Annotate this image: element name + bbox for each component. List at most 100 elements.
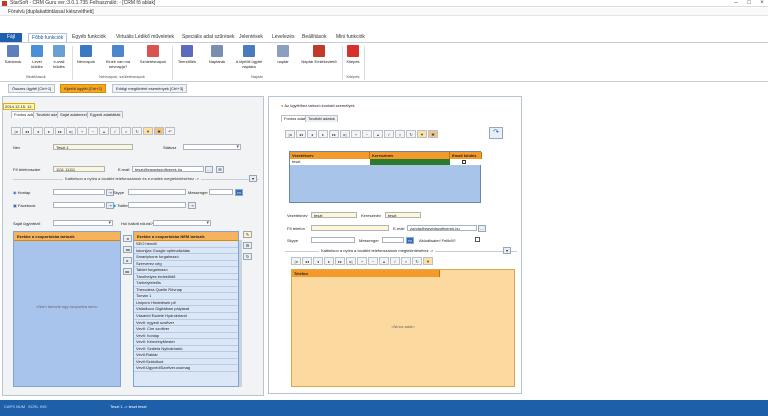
homepage-field[interactable] xyxy=(53,189,105,195)
send-email-small-button[interactable]: … xyxy=(205,166,213,173)
list-scrollbar[interactable] xyxy=(239,240,242,387)
groups-not-in-list[interactable]: Ezekbe a csoportokba NEM tartozik SEO he… xyxy=(133,231,239,387)
phone-prev-page-button[interactable]: ◂◂ xyxy=(302,257,312,265)
group-tools-button[interactable]: ✎ xyxy=(243,231,252,238)
phone-add-button[interactable]: + xyxy=(357,257,367,265)
phone-first-button[interactable]: |◂ xyxy=(291,257,301,265)
contact-edit-button[interactable]: ▴ xyxy=(373,130,383,138)
send-letter-button[interactable]: Levél küldés xyxy=(26,45,48,69)
calendars-button[interactable]: Naptárak xyxy=(204,45,230,64)
refresh-record-button[interactable]: ↻ xyxy=(132,127,142,135)
last-record-button[interactable]: ▸| xyxy=(66,127,76,135)
messenger-field[interactable] xyxy=(209,189,233,195)
maximize-button[interactable]: □ xyxy=(743,0,755,7)
contact-link-button[interactable]: ↷ xyxy=(489,127,503,139)
contact-delete-button[interactable]: − xyxy=(362,130,372,138)
exit-button[interactable]: Kilépés xyxy=(344,45,362,64)
contact-skype-field[interactable] xyxy=(311,237,355,243)
contact-next-button[interactable]: ▸ xyxy=(318,130,328,138)
edit-record-button[interactable]: ▴ xyxy=(99,127,109,135)
todays-namedays-button[interactable]: Kinek van ma névnapja? xyxy=(100,45,136,69)
prev-record-button[interactable]: ◂ xyxy=(33,127,43,135)
contact-firstname-field[interactable]: teszt xyxy=(385,212,421,218)
phone-next-button[interactable]: ▸ xyxy=(324,257,334,265)
phone-cancel-button[interactable]: × xyxy=(401,257,411,265)
next-page-button[interactable]: ▸▸ xyxy=(55,127,65,135)
tab-all-clients[interactable]: Összes ügyfél [Ctrl+1] xyxy=(8,84,56,93)
contact-lastname-field[interactable]: teszt xyxy=(311,212,357,218)
email-icon-button[interactable]: ✉ xyxy=(216,166,224,173)
list-item[interactable]: Vevő:ÜgyvédiSzoftver.csomag xyxy=(134,365,238,372)
move-left-button[interactable]: ◂ xyxy=(123,235,132,242)
birthdays-button[interactable]: Születésnapok xyxy=(138,45,168,64)
phones-grid[interactable]: Telefon <Nincs adat> xyxy=(291,269,515,387)
filter-button[interactable]: ▼ xyxy=(143,127,153,135)
contact-expand-phones-button[interactable]: ▾ xyxy=(503,247,511,254)
messenger-icon-button[interactable]: m xyxy=(235,189,243,196)
phone-save-button[interactable]: ✓ xyxy=(390,257,400,265)
name-field[interactable]: Teszt 1 xyxy=(53,144,133,150)
col-email-send[interactable]: Email küldés xyxy=(450,152,482,159)
phone-next-page-button[interactable]: ▸▸ xyxy=(335,257,345,265)
group-edit-button[interactable]: ⚙ xyxy=(243,242,252,249)
contact-prev-button[interactable]: ◂ xyxy=(307,130,317,138)
calendar-reminder-button[interactable]: Naptár Emlékeztető xyxy=(300,45,338,64)
source-select[interactable] xyxy=(153,220,211,226)
row-email-checkbox[interactable] xyxy=(462,160,466,164)
history-button[interactable]: ↶ xyxy=(165,127,175,135)
tab-virtual-operations[interactable]: Virtuális Lédikő műveletek xyxy=(116,33,174,42)
phone-field[interactable]: 1111 11111 xyxy=(53,166,105,172)
first-record-button[interactable]: |◂ xyxy=(11,127,21,135)
table-row[interactable]: teszt xyxy=(290,159,482,165)
tab-mini-functions[interactable]: Mini funkciók xyxy=(336,33,365,42)
phone-refresh-button[interactable]: ↻ xyxy=(412,257,422,265)
contact-first-button[interactable]: |◂ xyxy=(285,130,295,138)
contact-cancel-button[interactable]: × xyxy=(395,130,405,138)
contacts-grid[interactable]: Vezetéknév Keresztnév Email küldés teszt xyxy=(289,151,482,203)
tools-button[interactable]: ✱ xyxy=(154,127,164,135)
phone-filter-button[interactable]: ▼ xyxy=(423,257,433,265)
contact-prev-page-button[interactable]: ◂◂ xyxy=(296,130,306,138)
move-all-right-button[interactable]: ▸▸ xyxy=(123,268,132,275)
expand-phones-button[interactable]: ▾ xyxy=(249,175,257,182)
groups-in-list[interactable]: Ezekbe a csoportokba tartozik <Nem tarto… xyxy=(13,231,121,387)
contact-email-field[interactable]: zonda@egyedszoftverek.hu xyxy=(407,225,477,231)
tab-other-functions[interactable]: Egyéb funkciók xyxy=(72,33,106,42)
phone-last-button[interactable]: ▸| xyxy=(346,257,356,265)
file-tab[interactable]: Fájl xyxy=(0,33,22,42)
phone-edit-button[interactable]: ▴ xyxy=(379,257,389,265)
skype-field[interactable] xyxy=(128,189,186,195)
contact-tools-button[interactable]: ✱ xyxy=(428,130,438,138)
tab-special-filters[interactable]: Speciális adat szűrések xyxy=(182,33,235,42)
move-all-left-button[interactable]: ◂◂ xyxy=(123,246,132,253)
contact-add-button[interactable]: + xyxy=(351,130,361,138)
email-field[interactable]: teszt@egyedszoftverek.hu xyxy=(132,166,204,172)
delete-record-button[interactable]: − xyxy=(88,127,98,135)
calendar-small-button[interactable]: naptár xyxy=(270,45,296,64)
tab-past-events[interactable]: Eddigi megtörtént események [Ctrl+3] xyxy=(112,84,188,93)
todo-button[interactable]: Teendőlék xyxy=(174,45,200,64)
facebook-field[interactable] xyxy=(53,202,105,208)
phone-prev-button[interactable]: ◂ xyxy=(313,257,323,265)
namedays-button[interactable]: Névnapok xyxy=(74,45,98,64)
next-record-button[interactable]: ▸ xyxy=(44,127,54,135)
col-phone[interactable]: Telefon xyxy=(292,270,440,277)
add-record-button[interactable]: + xyxy=(77,127,87,135)
tab-main-functions[interactable]: Főbb funkciók xyxy=(28,33,68,42)
close-button[interactable]: × xyxy=(756,0,768,7)
contact-messenger-icon[interactable]: m xyxy=(406,237,414,244)
own-agent-select[interactable] xyxy=(53,220,113,226)
cancel-record-button[interactable]: × xyxy=(121,127,131,135)
twitter-field[interactable] xyxy=(128,202,186,208)
move-right-button[interactable]: ▸ xyxy=(123,257,132,264)
contact-next-page-button[interactable]: ▸▸ xyxy=(329,130,339,138)
prev-page-button[interactable]: ◂◂ xyxy=(22,127,32,135)
minimize-button[interactable]: – xyxy=(730,0,742,7)
contact-save-button[interactable]: ✓ xyxy=(384,130,394,138)
status-select[interactable] xyxy=(183,144,241,150)
tab-contact-more[interactable]: További adatok xyxy=(305,115,338,122)
tab-settings[interactable]: Beállítások xyxy=(302,33,326,42)
open-twitter-button[interactable]: ⇢ xyxy=(188,202,196,209)
selected-client-calendar-button[interactable]: A kijelölt ügyfél naptára xyxy=(232,45,266,69)
contact-refresh-button[interactable]: ↻ xyxy=(406,130,416,138)
